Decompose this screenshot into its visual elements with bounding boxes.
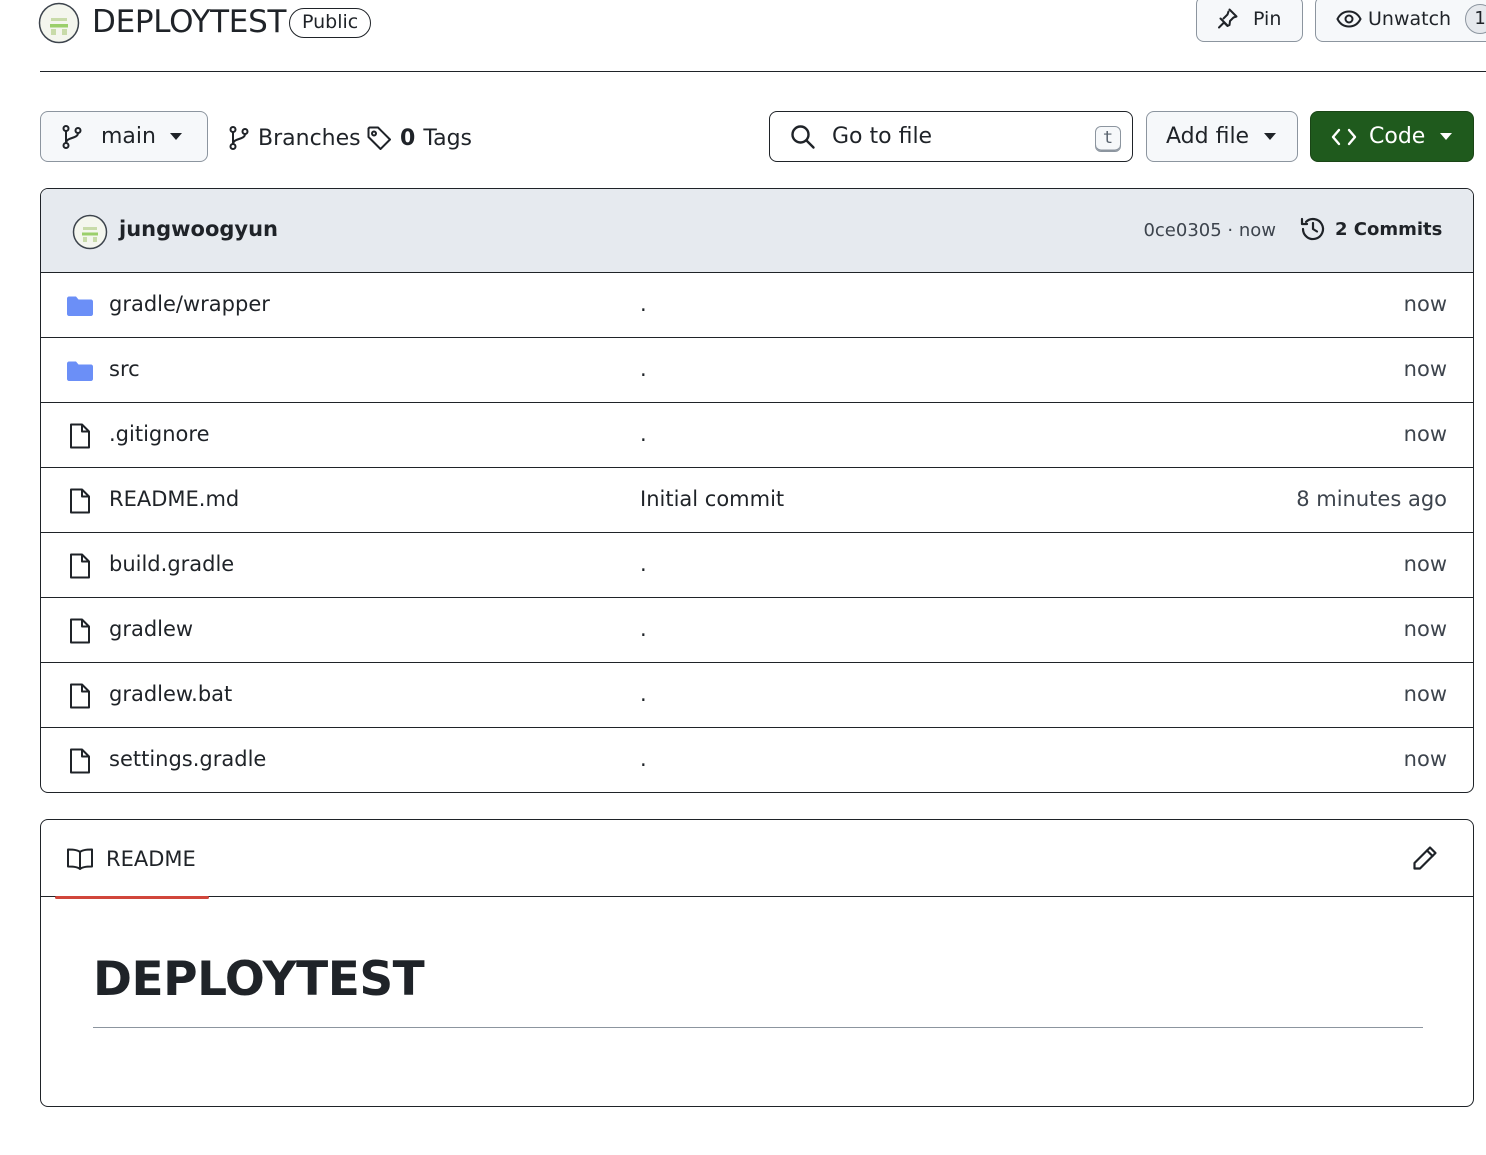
branches-link[interactable]: Branches (228, 118, 361, 158)
file-commit-time: now (1403, 617, 1447, 641)
branch-selector-button[interactable]: main (40, 111, 208, 162)
code-label: Code (1369, 124, 1426, 149)
file-icon (70, 423, 90, 449)
file-name[interactable]: gradlew.bat (109, 682, 232, 706)
file-row[interactable]: .gitignore . now (41, 403, 1473, 468)
repo-name[interactable]: DEPLOYTEST (92, 2, 286, 42)
commit-message[interactable]: . (272, 217, 279, 241)
unwatch-label: Unwatch (1368, 8, 1452, 30)
file-name[interactable]: settings.gradle (109, 747, 266, 771)
unwatch-button[interactable]: Unwatch 1 (1315, 0, 1486, 42)
file-commit-message[interactable]: . (640, 357, 647, 381)
repo-header: DEPLOYTEST Public Pin Unwatch 1 (0, 0, 1486, 72)
add-file-label: Add file (1166, 124, 1250, 149)
file-commit-time: now (1403, 552, 1447, 576)
file-list: jungwoogyun . 0ce0305 · now 2 Commits gr… (40, 188, 1474, 793)
chevron-down-icon (1264, 133, 1276, 140)
code-button[interactable]: Code (1310, 111, 1474, 162)
tags-count: 0 (400, 125, 416, 151)
file-icon (70, 618, 90, 644)
folder-icon (67, 296, 93, 316)
pin-icon (1218, 8, 1238, 29)
commit-hash-time[interactable]: 0ce0305 · now (1143, 220, 1276, 241)
readme-tab-label: README (106, 846, 196, 871)
branch-name: main (101, 124, 156, 149)
file-name[interactable]: gradlew (109, 617, 193, 641)
author-avatar[interactable] (72, 214, 108, 250)
file-row[interactable]: build.gradle . now (41, 533, 1473, 598)
file-name[interactable]: .gitignore (109, 422, 210, 446)
readme-panel: README DEPLOYTEST (40, 819, 1474, 1107)
branches-label: Branches (258, 125, 361, 151)
file-commit-time: 8 minutes ago (1296, 487, 1447, 511)
search-icon (791, 124, 815, 149)
file-row[interactable]: src . now (41, 338, 1473, 403)
repo-owner-avatar[interactable] (38, 2, 80, 44)
commit-author[interactable]: jungwoogyun (119, 217, 278, 241)
readme-tabbar: README (41, 820, 1473, 899)
git-branch-icon (229, 126, 249, 150)
git-branch-icon (62, 124, 82, 149)
file-icon (70, 748, 90, 774)
shortcut-key-hint: t (1095, 126, 1121, 152)
file-row[interactable]: README.md Initial commit 8 minutes ago (41, 468, 1473, 533)
watchers-count: 1 (1465, 4, 1486, 34)
code-brackets-icon (1331, 128, 1357, 145)
file-commit-time: now (1403, 357, 1447, 381)
go-to-file-input[interactable] (830, 123, 1070, 150)
tags-label: Tags (423, 125, 473, 151)
file-icon (70, 683, 90, 709)
latest-commit-bar: jungwoogyun . 0ce0305 · now 2 Commits (41, 189, 1473, 273)
file-commit-message[interactable]: . (640, 682, 647, 706)
pin-label: Pin (1253, 8, 1282, 30)
file-icon (70, 553, 90, 579)
tab-readme[interactable]: README (55, 820, 209, 899)
file-commit-message[interactable]: . (640, 552, 647, 576)
file-icon (70, 488, 90, 514)
file-row[interactable]: gradlew.bat . now (41, 663, 1473, 728)
file-commit-time: now (1403, 682, 1447, 706)
add-file-button[interactable]: Add file (1146, 111, 1298, 162)
commits-label: 2 Commits (1335, 218, 1443, 240)
commits-history-link[interactable]: 2 Commits (1299, 215, 1442, 243)
file-name[interactable]: build.gradle (109, 552, 234, 576)
readme-heading: DEPLOYTEST (93, 952, 425, 1007)
file-commit-time: now (1403, 292, 1447, 316)
readme-heading-rule (93, 1027, 1423, 1028)
file-commit-message[interactable]: . (640, 292, 647, 316)
file-commit-message[interactable]: . (640, 422, 647, 446)
file-commit-message[interactable]: Initial commit (640, 487, 784, 511)
folder-icon (67, 361, 93, 381)
pin-button[interactable]: Pin (1196, 0, 1303, 42)
file-name[interactable]: gradle/wrapper (109, 292, 270, 316)
history-icon (1300, 217, 1325, 241)
eye-icon (1336, 10, 1362, 28)
file-commit-message[interactable]: . (640, 747, 647, 771)
book-icon (67, 848, 93, 870)
file-row[interactable]: settings.gradle . now (41, 728, 1473, 792)
chevron-down-icon (170, 133, 182, 140)
header-divider (40, 71, 1486, 72)
go-to-file-search[interactable]: t (769, 111, 1133, 162)
file-row[interactable]: gradlew . now (41, 598, 1473, 663)
file-row[interactable]: gradle/wrapper . now (41, 273, 1473, 338)
file-name[interactable]: src (109, 357, 140, 381)
file-commit-time: now (1403, 747, 1447, 771)
chevron-down-icon (1440, 133, 1452, 140)
file-name[interactable]: README.md (109, 487, 239, 511)
pencil-edit-icon[interactable] (1411, 844, 1439, 872)
tag-icon (367, 126, 391, 150)
visibility-badge: Public (289, 8, 372, 38)
file-commit-message[interactable]: . (640, 617, 647, 641)
file-commit-time: now (1403, 422, 1447, 446)
tags-link[interactable]: 0 Tags (366, 118, 472, 158)
